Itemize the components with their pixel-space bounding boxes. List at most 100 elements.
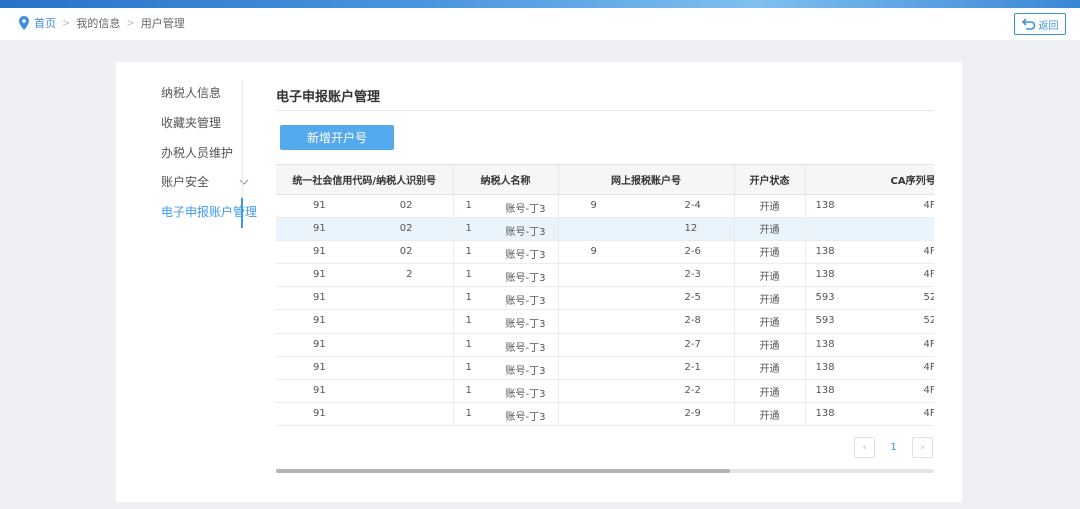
cell-status: 开通 (734, 402, 806, 426)
breadcrumb-bar: 首页 > 我的信息 > 用户管理 返回 (0, 8, 1080, 40)
cell-text: 138 (815, 269, 835, 281)
cell-text: 138 (815, 385, 835, 396)
cell-text: 4F (923, 199, 935, 211)
cell-taxpayer-name: 1 账号-丁3 (453, 402, 559, 426)
table-row[interactable]: 91 1 账号-丁3 2-8 开通 593 52 (276, 309, 934, 334)
cell-status: 开通 (734, 356, 806, 381)
breadcrumb-my-info-link[interactable]: 我的信息 (76, 15, 120, 31)
cell-text: 138 (815, 361, 835, 373)
table-header-row: 统一社会信用代码/纳税人识别号 纳税人名称 网上报税账户号 开户状态 CA序列号 (276, 165, 935, 195)
cell-credit-code: 91 (276, 402, 454, 426)
cell-taxpayer-name: 1 账号-丁3 (453, 194, 559, 218)
table-row[interactable]: 91 1 账号-丁3 2-5 开通 593 52 (276, 286, 934, 311)
cell-credit-code: 91 2 (276, 263, 454, 288)
cell-text: 账号-丁3 (505, 319, 546, 331)
cell-ca-serial: 138 4F (805, 240, 935, 265)
cell-text: 91 (313, 315, 326, 327)
prev-page-button[interactable]: ‹ (854, 437, 875, 458)
table-row[interactable]: 91 02 1 账号-丁3 9 2-6 开通 138 4F (276, 240, 935, 265)
breadcrumb-home-link[interactable]: 首页 (34, 15, 56, 31)
cell-ca-serial (805, 217, 934, 241)
accounts-table-container[interactable]: 统一社会信用代码/纳税人识别号 纳税人名称 网上报税账户号 开户状态 CA序列号… (276, 164, 934, 426)
back-button-label: 返回 (1038, 20, 1059, 32)
cell-text: 4F (923, 338, 935, 350)
cell-text: 1 (465, 292, 472, 304)
table-row[interactable]: 91 1 账号-丁3 2-9 开通 138 4F (276, 402, 934, 426)
column-header-taxpayer-name: 纳税人名称 (453, 165, 559, 195)
cell-text: 1 (465, 408, 472, 420)
cell-text: 开通 (759, 248, 780, 260)
table-row[interactable]: 91 02 1 账号-丁3 9 2-4 开通 138 4F (276, 194, 935, 218)
table-row[interactable]: 91 2 1 账号-丁3 2-3 开通 138 4F (276, 263, 934, 288)
cell-text: 91 (313, 269, 326, 281)
page-title: 电子申报账户管理 (276, 90, 381, 105)
cell-text: 91 (313, 222, 326, 234)
sidebar-item-label: 办税人员维护 (161, 146, 234, 160)
cell-online-account: 2-7 (558, 333, 735, 357)
cell-text: 1 (465, 245, 472, 257)
table-row[interactable]: 91 1 账号-丁3 2-1 开通 138 4F (276, 356, 934, 381)
cell-text: 2-4 (684, 199, 701, 211)
cell-text: 1 (465, 338, 472, 350)
cell-text: 4F (923, 245, 935, 257)
sidebar: 纳税人信息 收藏夹管理 办税人员维护 账户安全 电子申报账户管理 (116, 62, 257, 502)
ca-serial-header-label: CA序列号 (890, 175, 935, 187)
chevron-down-icon (239, 179, 249, 185)
sidebar-item-favorites[interactable]: 收藏夹管理 (161, 114, 221, 131)
cell-text: 2-6 (684, 245, 701, 257)
cell-text: 91 (313, 361, 326, 373)
next-page-button[interactable]: › (912, 437, 933, 458)
scrollbar-thumb[interactable] (276, 469, 730, 473)
cell-text: 2-3 (684, 269, 701, 281)
cell-text: 2 (406, 269, 413, 281)
cell-status: 开通 (734, 240, 806, 265)
cell-text: 1 (465, 385, 472, 396)
cell-text: 账号-丁3 (505, 389, 546, 400)
cell-status: 开通 (734, 263, 806, 288)
cell-status: 开通 (734, 217, 806, 241)
add-account-button[interactable]: 新增开户号 (280, 125, 394, 150)
accounts-table: 统一社会信用代码/纳税人识别号 纳税人名称 网上报税账户号 开户状态 CA序列号… (276, 165, 934, 426)
cell-credit-code: 91 02 (276, 240, 454, 265)
sidebar-item-tax-staff[interactable]: 办税人员维护 (161, 144, 233, 161)
page-number-current[interactable]: 1 (883, 437, 904, 458)
content-card: 纳税人信息 收藏夹管理 办税人员维护 账户安全 电子申报账户管理 电子申报账户管… (116, 62, 962, 502)
cell-online-account: 2-8 (558, 309, 735, 334)
table-row[interactable]: 91 1 账号-丁3 2-7 开通 138 4F (276, 333, 935, 357)
cell-text: 02 (399, 222, 413, 234)
cell-text: 138 (815, 408, 835, 420)
cell-status: 开通 (734, 379, 806, 404)
cell-online-account: 9 2-6 (558, 240, 735, 265)
cell-status: 开通 (734, 309, 806, 334)
cell-status: 开通 (734, 286, 806, 311)
sidebar-item-label: 收藏夹管理 (161, 116, 222, 130)
cell-text: 开通 (759, 364, 780, 376)
sidebar-item-taxpayer-info[interactable]: 纳税人信息 (161, 84, 221, 101)
back-button[interactable]: 返回 (1014, 13, 1066, 35)
horizontal-scrollbar[interactable] (276, 469, 934, 473)
cell-text: 账号-丁3 (505, 203, 546, 215)
sidebar-divider (242, 80, 243, 198)
cell-taxpayer-name: 1 账号-丁3 (453, 309, 559, 334)
cell-ca-serial: 138 4F (805, 356, 934, 381)
cell-text: 91 (313, 385, 326, 396)
breadcrumb-separator: > (62, 17, 71, 29)
cell-online-account: 2-1 (558, 356, 735, 381)
sidebar-item-label: 纳税人信息 (161, 86, 222, 100)
pagination: ‹ 1 › (854, 437, 933, 458)
cell-text: 开通 (759, 410, 780, 422)
sidebar-item-account-security[interactable]: 账户安全 (161, 173, 249, 190)
table-row[interactable]: 91 02 1 账号-丁3 12 开通 (276, 217, 934, 241)
cell-credit-code: 91 (276, 286, 454, 311)
cell-credit-code: 91 02 (276, 194, 454, 218)
cell-credit-code: 91 (276, 309, 454, 334)
cell-text: 9 (590, 245, 597, 257)
cell-text: 4F (923, 385, 935, 396)
cell-ca-serial: 593 52 (805, 286, 934, 311)
table-row[interactable]: 91 1 账号-丁3 2-2 开通 138 4F (276, 379, 935, 404)
cell-text: 账号-丁3 (505, 412, 546, 424)
cell-taxpayer-name: 1 账号-丁3 (453, 263, 559, 288)
cell-text: 开通 (759, 225, 780, 237)
cell-text: 开通 (759, 294, 780, 306)
cell-credit-code: 91 (276, 356, 454, 381)
